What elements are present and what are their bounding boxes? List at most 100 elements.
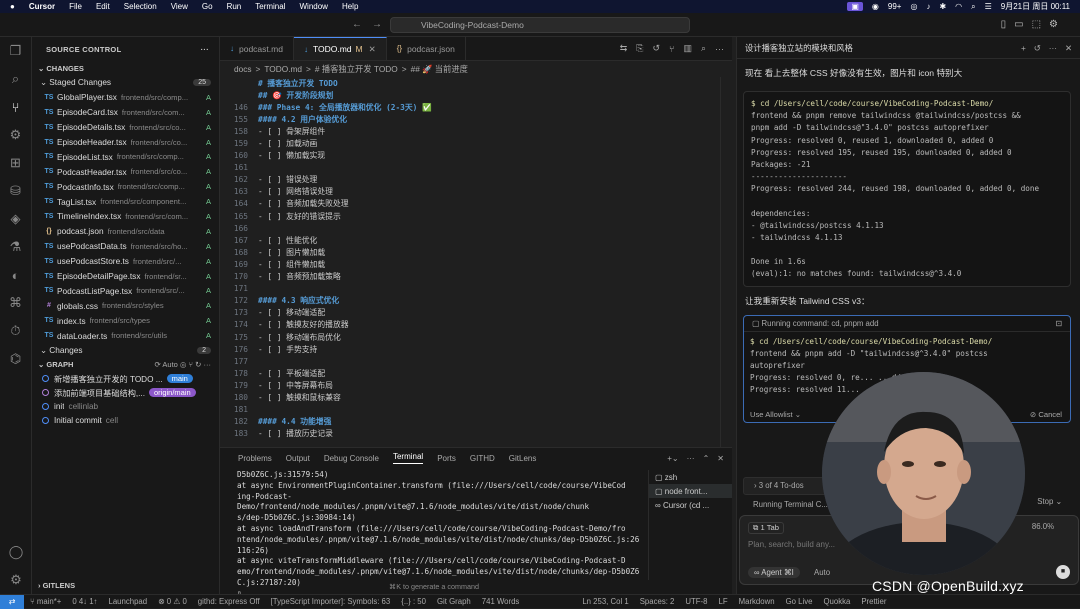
tab-debug-console[interactable]: Debug Console xyxy=(324,454,379,463)
notification-count[interactable]: 99+ xyxy=(888,2,902,11)
close-icon[interactable]: ✕ xyxy=(369,44,376,55)
gitlens-icon[interactable]: ◐ xyxy=(0,261,31,289)
command-center-search[interactable]: VibeCoding-Podcast-Demo xyxy=(390,17,690,33)
minimap[interactable] xyxy=(720,77,732,447)
more-actions-icon[interactable]: ··· xyxy=(1049,43,1057,53)
chat-input-placeholder[interactable]: Plan, search, build any... xyxy=(748,540,835,549)
chat-title[interactable]: 设计播客独立站的模块和风格 xyxy=(745,42,853,54)
layout-toggles[interactable]: ▯▭⬚⚙ xyxy=(1001,19,1066,30)
staged-file-item[interactable]: TS EpisodeHeader.tsx frontend/src/co... A xyxy=(32,135,219,150)
terminal-item-cursor[interactable]: ∞ Cursor (cd ... xyxy=(649,498,732,512)
staged-file-item[interactable]: TS TagList.tsx frontend/src/component... A xyxy=(32,194,219,209)
tab-problems[interactable]: Problems xyxy=(238,454,272,463)
nav-arrows[interactable]: ←→ xyxy=(352,19,392,30)
record-icon[interactable]: ◎ xyxy=(910,2,917,11)
close-icon[interactable]: ✕ xyxy=(1065,43,1072,53)
staged-file-item[interactable]: TS dataLoader.ts frontend/src/utils A xyxy=(32,328,219,343)
account-icon[interactable]: ◯ xyxy=(0,538,32,566)
launchpad-status[interactable]: Launchpad xyxy=(109,597,148,606)
ts-importer-status[interactable]: [TypeScript Importer]: Symbols: 63 xyxy=(271,597,391,606)
screen-record-icon[interactable]: ▣ xyxy=(847,2,863,11)
tab-podcast-md[interactable]: ↓ podcast.md xyxy=(220,37,294,60)
prettier-status[interactable]: Prettier xyxy=(861,597,886,606)
code-line[interactable]: 161 xyxy=(220,162,732,174)
stop-button[interactable]: Stop ⌄ xyxy=(1037,497,1062,506)
githd-status[interactable]: githd: Express Off xyxy=(198,597,260,606)
code-line[interactable]: 163 - [ ] 网络错误处理 xyxy=(220,186,732,198)
more-actions-icon[interactable]: ··· xyxy=(201,45,209,54)
menu-file[interactable]: File xyxy=(69,2,82,11)
gitlens-section-header[interactable]: › GITLENS xyxy=(32,578,75,592)
history-icon[interactable]: ↺ xyxy=(652,43,660,54)
staged-file-item[interactable]: TS usePodcastData.ts frontend/src/ho... A xyxy=(32,239,219,254)
encoding-status[interactable]: UTF-8 xyxy=(685,597,707,606)
indent-status[interactable]: Spaces: 2 xyxy=(640,597,675,606)
cancel-button[interactable]: ⊘ Cancel xyxy=(1030,410,1062,419)
preview-icon[interactable]: ⌕ xyxy=(701,43,706,54)
staged-file-item[interactable]: TS PodcastListPage.tsx frontend/src/... A xyxy=(32,283,219,298)
commit-row[interactable]: 添加前端项目基础结构,... origin/main xyxy=(32,386,219,400)
breadcrumb-item[interactable]: docs xyxy=(234,64,252,74)
remote-icon[interactable]: ⌘ xyxy=(0,289,31,317)
staged-file-item[interactable]: TS GlobalPlayer.tsx frontend/src/comp... A xyxy=(32,90,219,105)
send-icon[interactable]: ■ xyxy=(1056,565,1070,579)
code-line[interactable]: 180 - [ ] 触摸和鼠标兼容 xyxy=(220,391,732,403)
sync-status[interactable]: 0 4↓ 1↑ xyxy=(72,597,97,606)
eol-status[interactable]: LF xyxy=(719,597,728,606)
spotlight-icon[interactable]: ⌕ xyxy=(971,2,975,12)
staged-file-item[interactable]: TS EpisodeDetailPage.tsx frontend/sr... A xyxy=(32,269,219,284)
tab-gitlens[interactable]: GitLens xyxy=(509,454,537,463)
menu-selection[interactable]: Selection xyxy=(124,2,157,11)
open-changes-icon[interactable]: ⎘ xyxy=(636,43,643,54)
explorer-icon[interactable]: ❐ xyxy=(0,37,31,65)
apple-icon[interactable]: ● xyxy=(10,2,15,11)
compare-icon[interactable]: ⇆ xyxy=(620,43,628,54)
code-line[interactable]: 162 - [ ] 错误处理 xyxy=(220,174,732,186)
word-count-status[interactable]: 741 Words xyxy=(482,597,520,606)
more-actions-icon[interactable]: ··· xyxy=(687,454,695,463)
terminal-output[interactable]: D5b0Z6C.js:31579:54) at async Environmen… xyxy=(220,470,640,600)
staged-file-item[interactable]: TS PodcastHeader.tsx frontend/src/co... A xyxy=(32,164,219,179)
code-line[interactable]: 168 - [ ] 图片懒加载 xyxy=(220,246,732,258)
new-chat-icon[interactable]: + xyxy=(1021,43,1026,53)
staged-changes-header[interactable]: ⌄ Staged Changes 25 xyxy=(32,75,219,90)
staged-file-item[interactable]: TS PodcastInfo.tsx frontend/src/comp... A xyxy=(32,179,219,194)
code-line[interactable]: 173 - [ ] 移动端适配 xyxy=(220,307,732,319)
source-control-icon[interactable]: ⑂ xyxy=(0,93,31,121)
tab-terminal[interactable]: Terminal xyxy=(392,452,424,464)
code-line[interactable]: 175 - [ ] 移动端布局优化 xyxy=(220,331,732,343)
sound-icon[interactable]: ♪ xyxy=(926,2,930,11)
code-line[interactable]: 167 - [ ] 性能优化 xyxy=(220,234,732,246)
sticky-scroll-line[interactable]: 146 ### Phase 4: 全局播放器和优化 (2-3天) ✅ xyxy=(220,101,732,114)
menu-view[interactable]: View xyxy=(171,2,188,11)
sticky-scroll-line[interactable]: # 播客独立开发 TODO xyxy=(220,77,732,90)
model-selector[interactable]: Auto xyxy=(814,568,830,577)
app-name[interactable]: Cursor xyxy=(29,2,55,11)
git-graph-status[interactable]: Git Graph xyxy=(437,597,471,606)
commit-row[interactable]: init cellinlab xyxy=(32,400,219,414)
control-center-icon[interactable]: ☰ xyxy=(985,2,992,11)
commit-row[interactable]: Initial commit cell xyxy=(32,414,219,428)
database-icon[interactable]: ⛁ xyxy=(0,177,31,205)
code-line[interactable]: 159 - [ ] 加载动画 xyxy=(220,137,732,149)
commit-row[interactable]: 新增播客独立开发的 TODO ... main xyxy=(32,372,219,386)
code-line[interactable]: 172 #### 4.3 响应式优化 xyxy=(220,295,732,307)
sticky-scroll-line[interactable]: ## 🎯 开发阶段规划 xyxy=(220,89,732,102)
tab-podcasr-json[interactable]: {} podcasr.json xyxy=(387,37,466,60)
code-line[interactable]: 160 - [ ] 懒加载实现 xyxy=(220,150,732,162)
staged-file-item[interactable]: TS EpisodeDetails.tsx frontend/src/co... A xyxy=(32,120,219,135)
remote-indicator-icon[interactable]: ⇄ xyxy=(0,594,24,609)
staged-file-item[interactable]: {} podcast.json frontend/src/data A xyxy=(32,224,219,239)
split-editor-icon[interactable]: ▥ xyxy=(683,43,692,54)
cursor-position-status[interactable]: Ln 253, Col 1 xyxy=(582,597,628,606)
new-terminal-icon[interactable]: +⌄ xyxy=(667,454,678,463)
staged-file-item[interactable]: # globals.css frontend/src/styles A xyxy=(32,298,219,313)
more-actions-icon[interactable]: ··· xyxy=(715,44,724,54)
code-line[interactable]: 171 xyxy=(220,283,732,295)
code-editor[interactable]: # 播客独立开发 TODO ## 🎯 开发阶段规划 146 ### Phase 4: … xyxy=(220,77,732,440)
problems-status[interactable]: ⊗ 0 ⚠ 0 xyxy=(158,597,187,606)
code-line[interactable]: 165 - [ ] 友好的错误提示 xyxy=(220,210,732,222)
search-icon[interactable]: ⌕ xyxy=(0,65,31,93)
terminal-item-zsh[interactable]: ▢ zsh xyxy=(649,470,732,484)
code-line[interactable]: 183 - [ ] 播放历史记录 xyxy=(220,428,732,440)
